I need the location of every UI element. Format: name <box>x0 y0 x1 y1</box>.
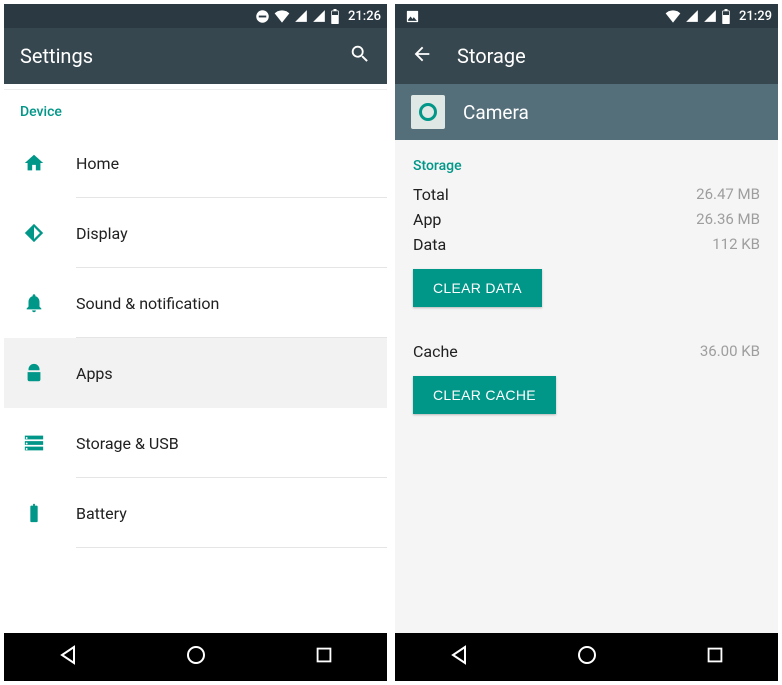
dnd-icon <box>255 9 270 24</box>
clear-cache-button[interactable]: CLEAR CACHE <box>413 376 556 414</box>
wifi-icon <box>274 9 290 23</box>
app-name: Camera <box>463 101 529 124</box>
page-title: Settings <box>20 44 325 68</box>
battery-icon <box>330 9 340 24</box>
home-icon <box>23 152 45 174</box>
row-value: 112 KB <box>712 235 760 254</box>
back-button[interactable] <box>411 43 433 69</box>
storage-row-app: App 26.36 MB <box>413 207 760 232</box>
row-label: Cache <box>413 342 458 361</box>
signal-icon <box>312 9 326 23</box>
status-bar: 21:29 <box>395 4 778 28</box>
settings-item-sound[interactable]: Sound & notification <box>4 268 387 338</box>
nav-recent[interactable] <box>704 644 726 670</box>
camera-app-icon <box>411 95 445 129</box>
list-item-label: Storage & USB <box>76 434 179 453</box>
section-header: Storage <box>413 154 760 182</box>
image-icon <box>405 9 420 24</box>
display-icon <box>23 222 45 244</box>
list-item-label: Battery <box>76 504 127 523</box>
nav-recent[interactable] <box>313 644 335 670</box>
row-value: 26.47 MB <box>696 185 760 204</box>
settings-screen: 21:26 Settings Device Home Display Sound… <box>4 4 387 681</box>
app-bar: Storage <box>395 28 778 84</box>
list-item-label: Sound & notification <box>76 294 219 313</box>
storage-row-cache: Cache 36.00 KB <box>413 339 760 364</box>
signal-icon <box>703 9 717 23</box>
row-value: 26.36 MB <box>696 210 760 229</box>
storage-row-total: Total 26.47 MB <box>413 182 760 207</box>
page-title: Storage <box>457 44 762 68</box>
list-item-label: Display <box>76 224 128 243</box>
settings-item-battery[interactable]: Battery <box>4 478 387 548</box>
clear-data-button[interactable]: CLEAR DATA <box>413 269 542 307</box>
settings-item-display[interactable]: Display <box>4 198 387 268</box>
arrow-back-icon <box>411 43 433 65</box>
list-item-label: Home <box>76 154 119 173</box>
status-bar: 21:26 <box>4 4 387 28</box>
storage-screen: 21:29 Storage Camera Storage Total 26.47… <box>395 4 778 681</box>
storage-row-data: Data 112 KB <box>413 232 760 257</box>
settings-list: Device Home Display Sound & notification… <box>4 84 387 633</box>
nav-home[interactable] <box>184 643 208 671</box>
signal-icon <box>294 9 308 23</box>
search-button[interactable] <box>349 43 371 69</box>
row-label: Data <box>413 235 446 254</box>
search-icon <box>349 43 371 65</box>
bell-icon <box>23 292 45 314</box>
status-time: 21:29 <box>739 9 772 24</box>
list-item-label: Apps <box>76 364 113 383</box>
status-time: 21:26 <box>348 9 381 24</box>
storage-details: Storage Total 26.47 MB App 26.36 MB Data… <box>395 140 778 633</box>
settings-item-apps[interactable]: Apps <box>4 338 387 408</box>
wifi-icon <box>665 9 681 23</box>
row-label: Total <box>413 185 449 204</box>
battery-icon <box>721 9 731 24</box>
app-bar: Settings <box>4 28 387 84</box>
nav-back[interactable] <box>56 643 80 671</box>
nav-bar <box>395 633 778 681</box>
android-icon <box>23 362 45 384</box>
settings-item-home[interactable]: Home <box>4 128 387 198</box>
nav-bar <box>4 633 387 681</box>
row-value: 36.00 KB <box>700 342 760 361</box>
nav-back[interactable] <box>447 643 471 671</box>
nav-home[interactable] <box>575 643 599 671</box>
signal-icon <box>685 9 699 23</box>
app-header: Camera <box>395 84 778 140</box>
settings-item-storage[interactable]: Storage & USB <box>4 408 387 478</box>
section-header: Device <box>4 90 387 128</box>
row-label: App <box>413 210 441 229</box>
storage-icon <box>23 432 45 454</box>
battery-icon <box>23 502 45 524</box>
